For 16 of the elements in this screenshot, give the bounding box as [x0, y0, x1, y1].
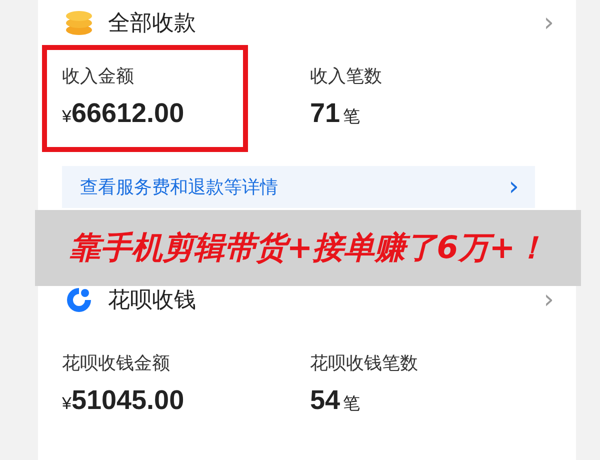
caption-text: 靠手机剪辑带货+接单赚了6万+！ — [70, 229, 546, 268]
stat-value: 54 笔 — [310, 385, 362, 416]
stat-value: ¥51045.00 — [62, 385, 186, 416]
stat-label: 花呗收钱金额 — [62, 352, 171, 375]
stat-value: ¥66612.00 — [62, 98, 186, 129]
stat-label: 收入笔数 — [310, 65, 383, 88]
section-title: 花呗收钱 — [108, 287, 197, 315]
details-link[interactable]: 查看服务费和退款等详情 › — [62, 166, 535, 208]
stat-label: 花呗收钱笔数 — [310, 352, 419, 375]
section-title: 全部收款 — [108, 10, 197, 38]
coins-icon — [64, 8, 94, 36]
huabei-icon — [64, 285, 94, 315]
chevron-icon[interactable]: › — [544, 8, 554, 38]
stat-value: 71 笔 — [310, 98, 362, 129]
chevron-icon[interactable]: › — [544, 285, 554, 315]
stat-label: 收入金额 — [62, 65, 135, 88]
